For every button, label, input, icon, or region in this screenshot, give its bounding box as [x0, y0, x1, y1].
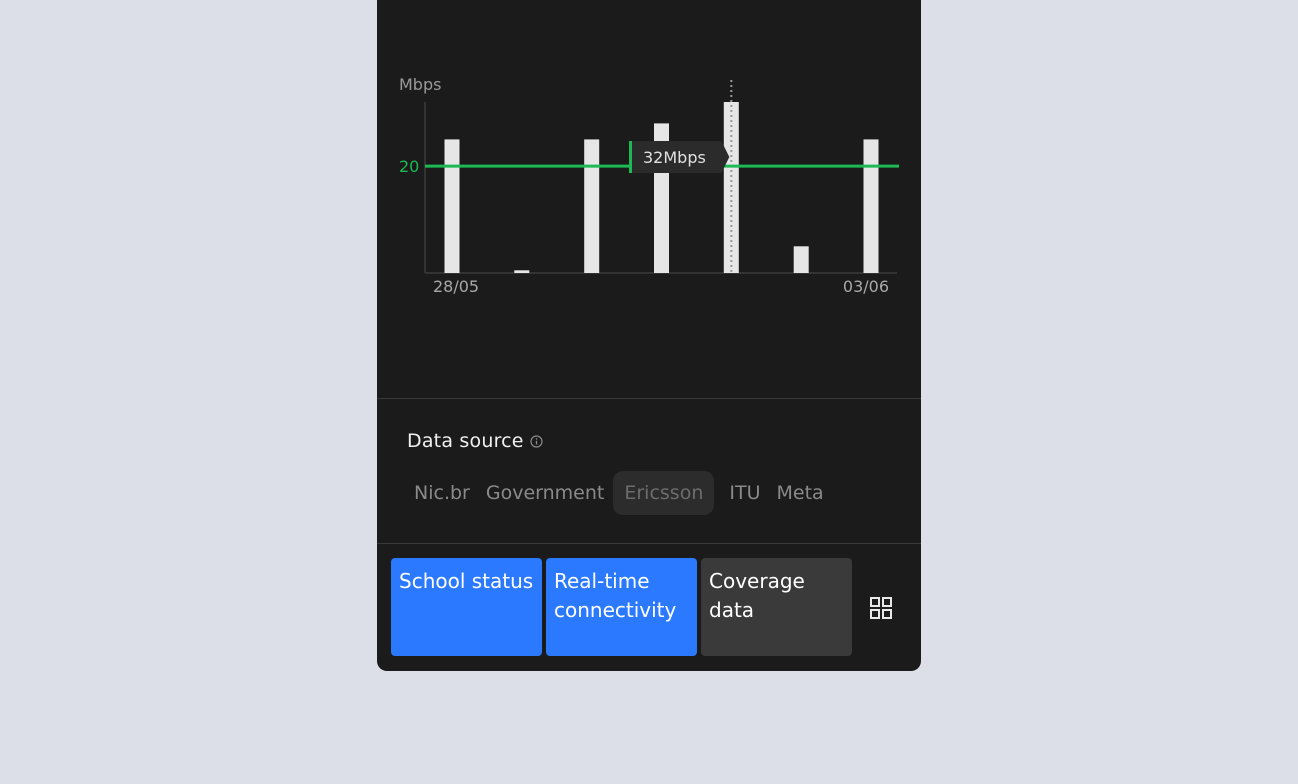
- data-source-tabs: Nic.br Government Ericsson ITU Meta: [403, 471, 829, 515]
- bar-03-06[interactable]: [863, 139, 879, 273]
- divider-top: [377, 398, 921, 399]
- y-axis-label: Mbps: [399, 75, 441, 94]
- real-time-connectivity-button[interactable]: Real-time connectivity: [546, 558, 697, 656]
- bar-chart: Mbps 20 32Mbps 28/05 03/06: [399, 75, 899, 296]
- source-tab-meta[interactable]: Meta: [766, 471, 835, 515]
- x-tick-label-end: 03/06: [843, 277, 889, 296]
- x-tick-label-start: 28/05: [433, 277, 479, 296]
- bar-30-05[interactable]: [584, 139, 600, 273]
- source-tab-government[interactable]: Government: [475, 471, 616, 515]
- source-tab-nicbr[interactable]: Nic.br: [403, 471, 481, 515]
- bar-28-05[interactable]: [444, 139, 460, 273]
- grid-icon[interactable]: [869, 596, 893, 620]
- bar-01-06[interactable]: [723, 102, 739, 273]
- divider-bottom: [377, 543, 921, 544]
- source-tab-itu[interactable]: ITU: [718, 471, 771, 515]
- bar-02-06[interactable]: [793, 246, 809, 273]
- school-status-button[interactable]: School status: [391, 558, 542, 656]
- chart-tooltip: 32Mbps: [629, 141, 730, 173]
- coverage-data-button[interactable]: Coverage data: [701, 558, 852, 656]
- data-source-title: Data source: [407, 430, 524, 452]
- tooltip-text: 32Mbps: [643, 148, 706, 167]
- tooltip-accent: [629, 141, 632, 173]
- bar-29-05[interactable]: [514, 270, 530, 273]
- threshold-label: 20: [399, 157, 419, 176]
- info-icon[interactable]: [530, 434, 543, 448]
- layer-buttons: School status Real-time connectivity Cov…: [391, 558, 852, 656]
- connectivity-panel: Mbps 20 32Mbps 28/05 03/06 Data source N…: [377, 0, 921, 671]
- speed-chart: Mbps 20 32Mbps 28/05 03/06: [377, 0, 921, 398]
- data-source-heading: Data source: [407, 430, 543, 452]
- source-tab-ericsson[interactable]: Ericsson: [613, 471, 715, 515]
- bars-group: [444, 80, 879, 274]
